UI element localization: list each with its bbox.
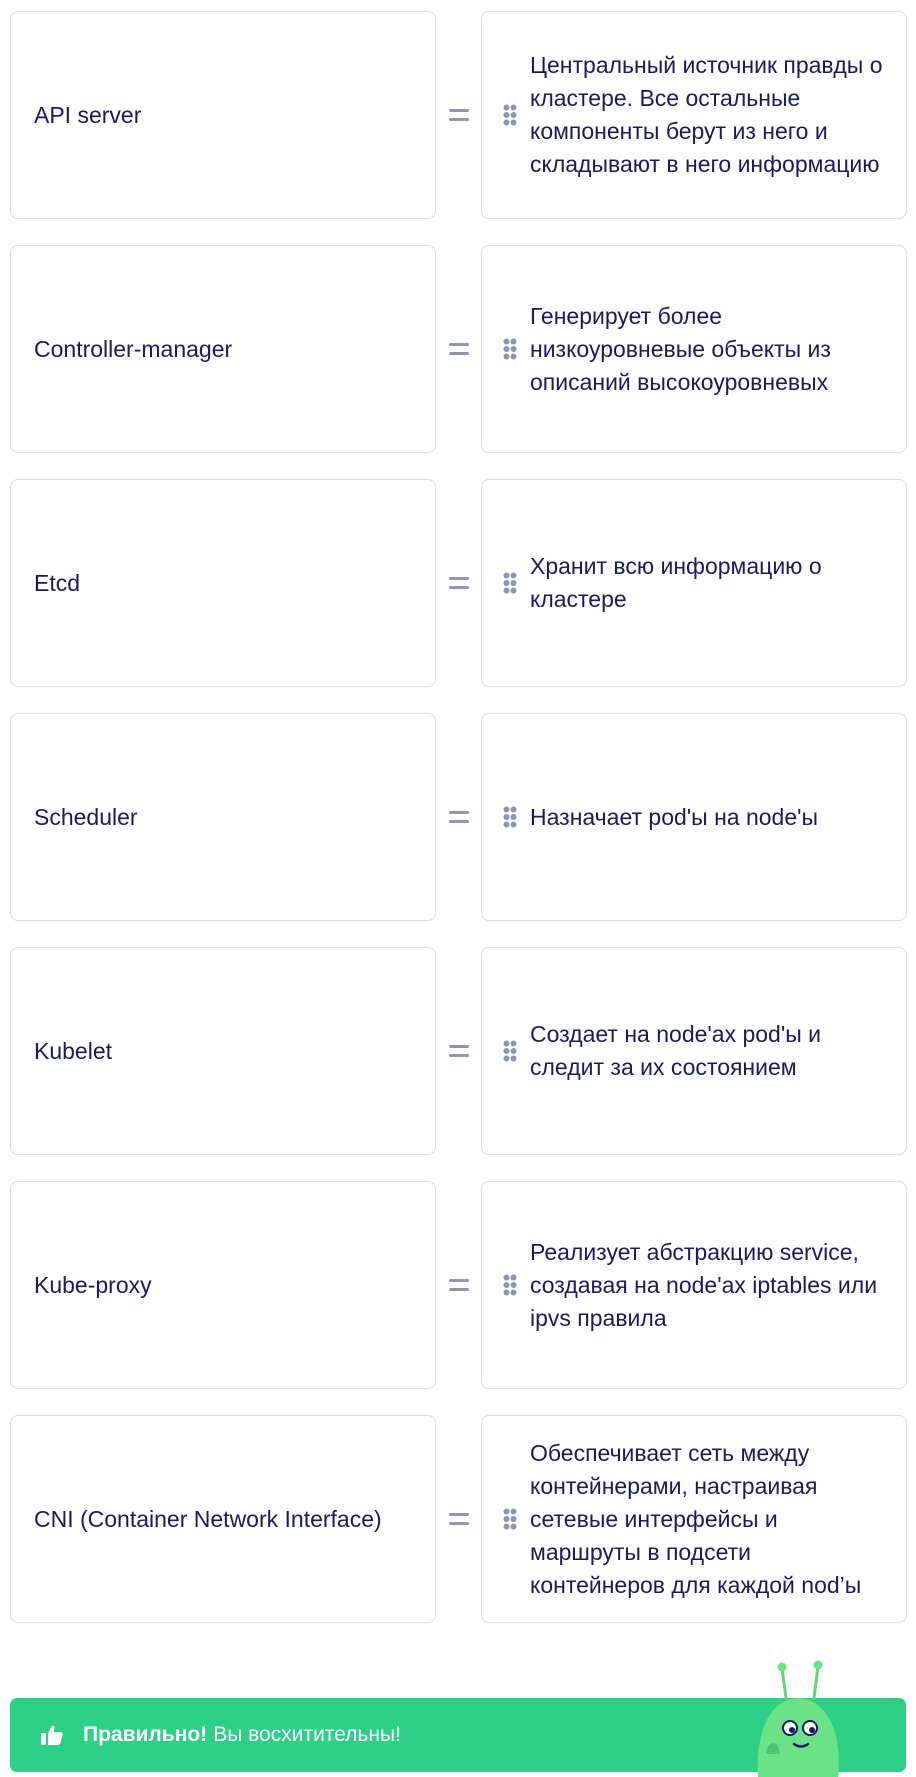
- pair-row: Controller-manager Генерирует более низк…: [0, 245, 916, 455]
- mascot-icon: [757, 1660, 839, 1777]
- definition-card[interactable]: Хранит всю информацию о кластере: [481, 479, 907, 687]
- definition-label: Реализует абстракцию service, создавая н…: [530, 1238, 878, 1331]
- term-card: Controller-manager: [10, 245, 436, 453]
- equals-icon: [444, 1415, 474, 1623]
- term-card: Scheduler: [10, 713, 436, 921]
- equals-icon: [444, 11, 474, 219]
- definition-label: Создает на node'ах pod'ы и следит за их …: [530, 1021, 822, 1080]
- thumbs-up-icon: [41, 1725, 63, 1745]
- equals-icon: [444, 479, 474, 687]
- drag-handle-icon[interactable]: [503, 104, 517, 126]
- term-label: Controller-manager: [34, 335, 233, 362]
- definition-card[interactable]: Генерирует более низкоуровневые объекты …: [481, 245, 907, 453]
- drag-handle-icon[interactable]: [503, 1040, 517, 1062]
- term-label: CNI (Container Network Interface): [34, 1505, 382, 1532]
- equals-icon: [444, 947, 474, 1155]
- definition-label: Хранит всю информацию о кластере: [530, 553, 822, 612]
- feedback-title: Правильно!: [83, 1723, 208, 1746]
- pair-row: Etcd Хранит всю информацию о кластере: [0, 479, 916, 689]
- definition-label: Назначает pod'ы на node'ы: [530, 803, 819, 830]
- definition-label: Генерирует более низкоуровневые объекты …: [530, 302, 831, 395]
- term-card: CNI (Container Network Interface): [10, 1415, 436, 1623]
- pair-row: Scheduler Назначает pod'ы на node'ы: [0, 713, 916, 923]
- term-label: Scheduler: [34, 803, 138, 830]
- definition-card[interactable]: Назначает pod'ы на node'ы: [481, 713, 907, 921]
- feedback-message: Вы восхитительны!: [213, 1723, 401, 1746]
- definition-card[interactable]: Создает на node'ах pod'ы и следит за их …: [481, 947, 907, 1155]
- pair-row: Kubelet Создает на node'ах pod'ы и следи…: [0, 947, 916, 1157]
- drag-handle-icon[interactable]: [503, 338, 517, 360]
- term-card: Etcd: [10, 479, 436, 687]
- definition-label: Обеспечивает сеть между контейнерами, на…: [530, 1439, 862, 1598]
- drag-handle-icon[interactable]: [503, 806, 517, 828]
- term-card: API server: [10, 11, 436, 219]
- equals-icon: [444, 713, 474, 921]
- pair-row: API server Центральный источник правды о…: [0, 11, 916, 221]
- term-card: Kubelet: [10, 947, 436, 1155]
- definition-card[interactable]: Реализует абстракцию service, создавая н…: [481, 1181, 907, 1389]
- term-label: Etcd: [34, 569, 81, 596]
- drag-handle-icon[interactable]: [503, 1274, 517, 1296]
- definition-label: Центральный источник правды о кластере. …: [530, 52, 883, 177]
- pair-row: Kube-proxy Реализует абстракцию service,…: [0, 1181, 916, 1391]
- pair-row: CNI (Container Network Interface) Обеспе…: [0, 1415, 916, 1625]
- definition-card[interactable]: Центральный источник правды о кластере. …: [481, 11, 907, 219]
- term-label: Kube-proxy: [34, 1271, 152, 1298]
- equals-icon: [444, 1181, 474, 1389]
- drag-handle-icon[interactable]: [503, 572, 517, 594]
- drag-handle-icon[interactable]: [503, 1508, 517, 1530]
- term-label: API server: [34, 101, 142, 128]
- definition-card[interactable]: Обеспечивает сеть между контейнерами, на…: [481, 1415, 907, 1623]
- equals-icon: [444, 245, 474, 453]
- term-card: Kube-proxy: [10, 1181, 436, 1389]
- term-label: Kubelet: [34, 1037, 113, 1064]
